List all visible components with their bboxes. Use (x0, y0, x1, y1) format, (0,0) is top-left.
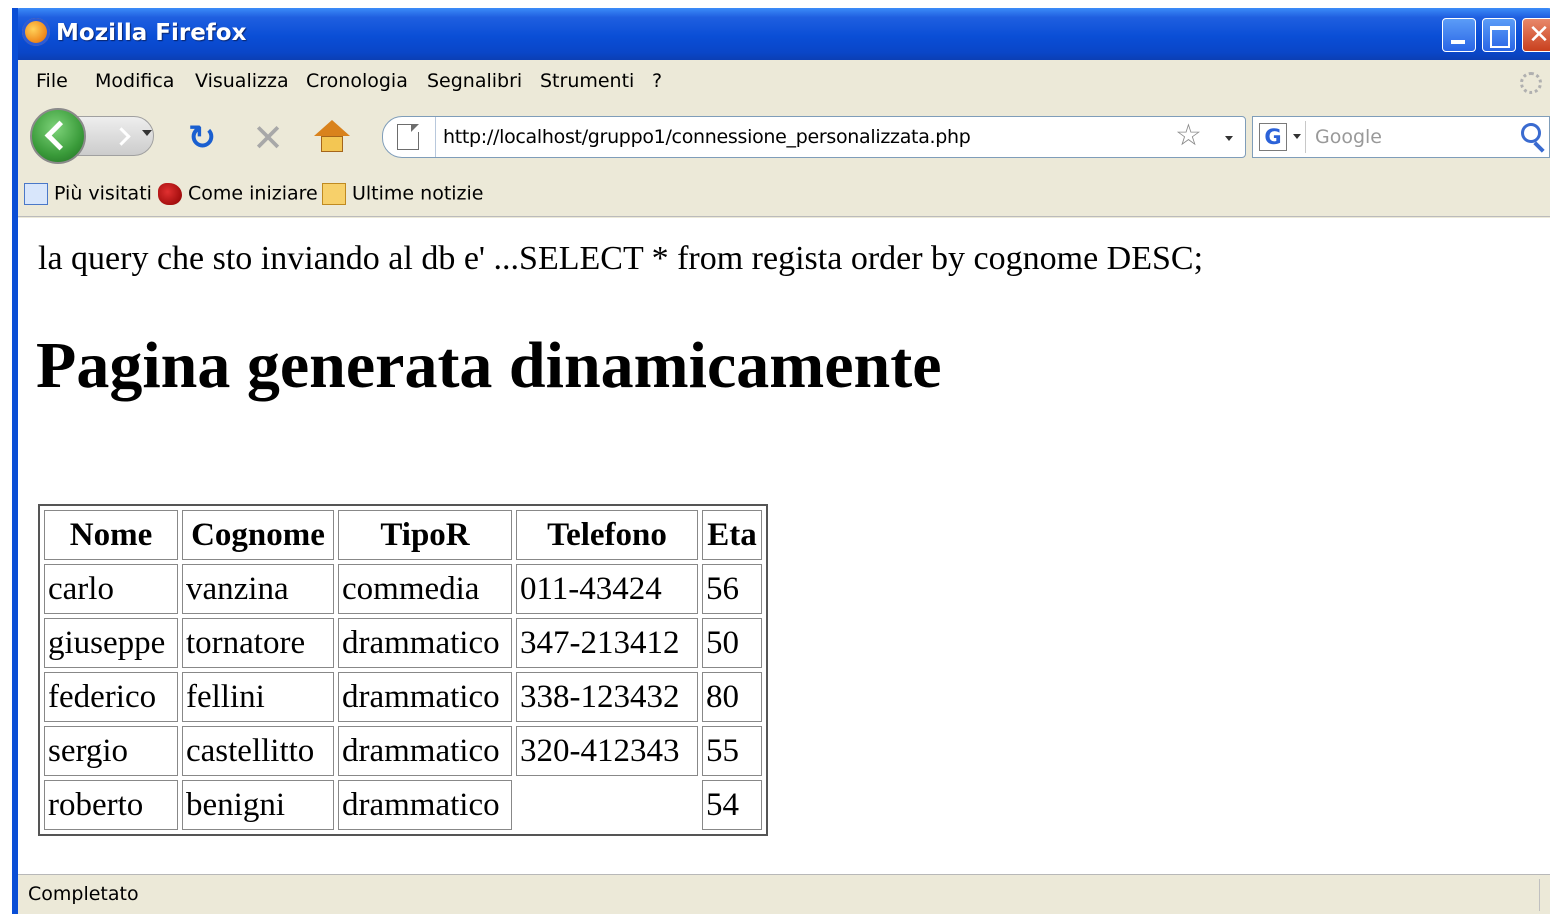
table-cell: 338-123432 (516, 672, 698, 722)
home-icon[interactable] (314, 120, 350, 156)
page-icon (397, 124, 419, 150)
menu-modifica[interactable]: Modifica (95, 70, 174, 92)
table-row: carlo vanzina commedia 011-43424 56 (44, 564, 762, 614)
reload-icon[interactable]: ↻ (184, 120, 220, 156)
table-cell: 55 (702, 726, 762, 776)
column-header: Eta (702, 510, 762, 560)
table-cell: 011-43424 (516, 564, 698, 614)
back-button[interactable] (30, 108, 86, 164)
bookmark-getting-started[interactable]: Come iniziare (158, 182, 318, 208)
url-dropdown-icon[interactable] (1225, 136, 1233, 141)
table-cell: drammatico (338, 780, 512, 830)
table-cell: commedia (338, 564, 512, 614)
resize-grip (1539, 879, 1540, 911)
most-visited-icon (24, 182, 48, 205)
browser-window: Mozilla Firefox ✕ File Modifica Visualiz… (12, 8, 1550, 914)
table-cell: benigni (182, 780, 334, 830)
history-dropdown-icon[interactable] (142, 130, 152, 136)
maximize-button[interactable] (1482, 18, 1516, 52)
table-cell: drammatico (338, 726, 512, 776)
table-cell: tornatore (182, 618, 334, 668)
getting-started-icon (158, 182, 182, 205)
url-bar[interactable]: http://localhost/gruppo1/connessione_per… (382, 116, 1246, 158)
table-cell: 50 (702, 618, 762, 668)
table-cell: 56 (702, 564, 762, 614)
table-cell: giuseppe (44, 618, 178, 668)
menu-visualizza[interactable]: Visualizza (195, 70, 289, 92)
column-header: TipoR (338, 510, 512, 560)
table-cell: drammatico (338, 618, 512, 668)
table-cell: vanzina (182, 564, 334, 614)
column-header: Cognome (182, 510, 334, 560)
status-bar: Completato (18, 874, 1550, 914)
stop-icon[interactable]: ✕ (248, 119, 288, 157)
table-cell: carlo (44, 564, 178, 614)
director-table: Nome Cognome TipoR Telefono Eta carlo va… (38, 504, 768, 836)
close-button[interactable]: ✕ (1522, 18, 1550, 52)
query-text: la query che sto inviando al db e' ...SE… (38, 240, 1204, 277)
table-cell: federico (44, 672, 178, 722)
table-header-row: Nome Cognome TipoR Telefono Eta (44, 510, 762, 560)
window-title: Mozilla Firefox (56, 20, 247, 46)
minimize-button[interactable] (1442, 18, 1476, 52)
table-cell: 54 (702, 780, 762, 830)
menu-help[interactable]: ? (652, 70, 662, 92)
table-cell: 320-412343 (516, 726, 698, 776)
navigation-toolbar: ↻ ✕ http://localhost/gruppo1/connessione… (18, 102, 1550, 172)
table-cell: drammatico (338, 672, 512, 722)
search-input[interactable]: Google (1315, 126, 1382, 148)
menu-bar: File Modifica Visualizza Cronologia Segn… (18, 62, 1550, 100)
table-row: sergio castellitto drammatico 320-412343… (44, 726, 762, 776)
table-cell-empty (516, 780, 698, 830)
rss-feed-icon (322, 182, 346, 205)
page-content: la query che sto inviando al db e' ...SE… (18, 218, 1550, 874)
bookmark-star-icon[interactable]: ☆ (1175, 121, 1202, 151)
status-text: Completato (28, 883, 139, 905)
table-cell: fellini (182, 672, 334, 722)
table-cell: roberto (44, 780, 178, 830)
menu-strumenti[interactable]: Strumenti (540, 70, 634, 92)
bookmark-latest-news[interactable]: Ultime notizie (322, 182, 484, 208)
table-cell: 80 (702, 672, 762, 722)
url-input[interactable]: http://localhost/gruppo1/connessione_per… (443, 126, 971, 148)
table-cell: 347-213412 (516, 618, 698, 668)
column-header: Nome (44, 510, 178, 560)
search-box[interactable]: G Google (1252, 116, 1550, 158)
page-heading: Pagina generata dinamicamente (36, 329, 942, 402)
table-cell: castellitto (182, 726, 334, 776)
table-cell: sergio (44, 726, 178, 776)
column-header: Telefono (516, 510, 698, 560)
throbber-icon (1520, 72, 1542, 94)
bookmarks-toolbar: Più visitati Come iniziare Ultime notizi… (18, 174, 1550, 217)
table-row: roberto benigni drammatico 54 (44, 780, 762, 830)
close-icon: ✕ (1528, 20, 1550, 50)
menu-segnalibri[interactable]: Segnalibri (427, 70, 522, 92)
table-row: federico fellini drammatico 338-123432 8… (44, 672, 762, 722)
table-row: giuseppe tornatore drammatico 347-213412… (44, 618, 762, 668)
firefox-icon (22, 18, 50, 46)
search-icon[interactable] (1521, 123, 1541, 143)
search-engine-icon[interactable]: G (1259, 123, 1287, 151)
search-engine-dropdown-icon[interactable] (1293, 134, 1301, 139)
bookmark-most-visited[interactable]: Più visitati (24, 182, 152, 208)
menu-cronologia[interactable]: Cronologia (306, 70, 408, 92)
title-bar: Mozilla Firefox ✕ (18, 8, 1550, 60)
menu-file[interactable]: File (36, 70, 68, 92)
